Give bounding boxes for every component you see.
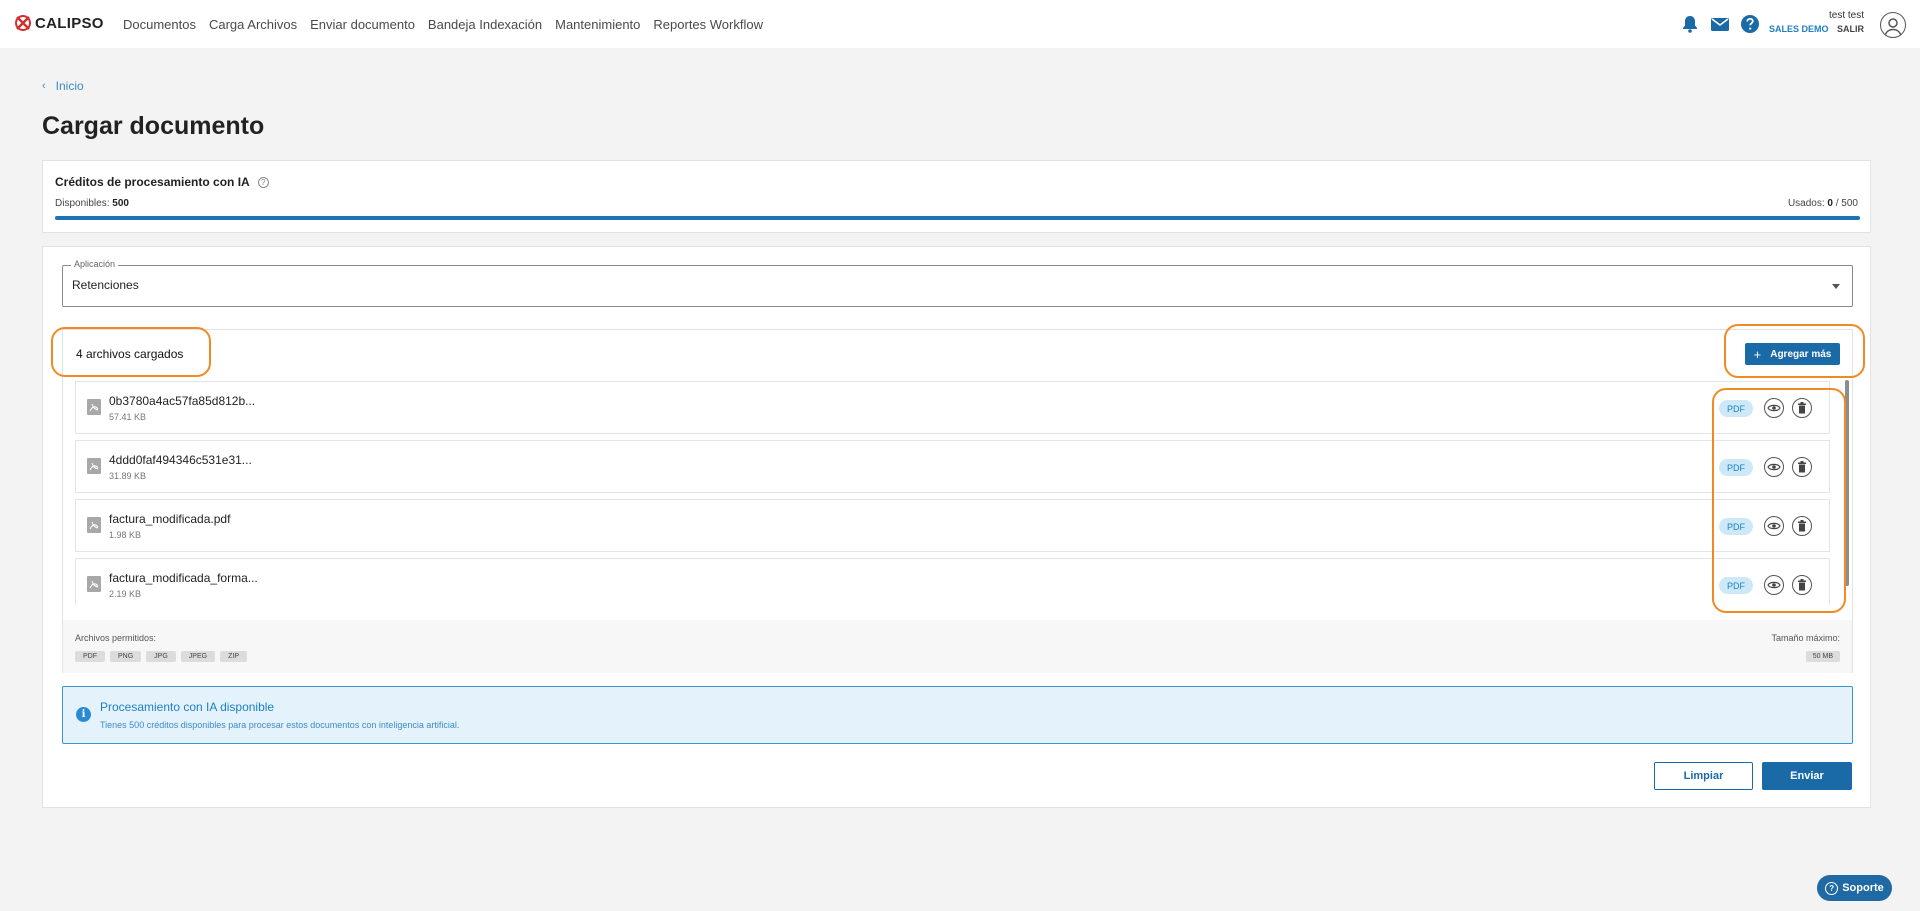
breadcrumb-home[interactable]: Inicio xyxy=(56,79,84,93)
file-row: factura_modificada.pdf 1.98 KB PDF xyxy=(75,499,1830,552)
application-value: Retenciones xyxy=(72,278,139,292)
max-size-label: Tamaño máximo: xyxy=(1771,633,1840,643)
credits-available: Disponibles: 500 xyxy=(55,198,129,209)
nav-mantenimiento[interactable]: Mantenimiento xyxy=(555,17,640,32)
file-type-chip: PDF xyxy=(75,651,105,662)
calipso-logo[interactable]: CALIPSO xyxy=(14,14,104,32)
info-text: Tienes 500 créditos disponibles para pro… xyxy=(100,720,460,730)
clear-button[interactable]: Limpiar xyxy=(1654,762,1753,790)
info-title: Procesamiento con IA disponible xyxy=(100,700,275,714)
allowed-files-label: Archivos permitidos: xyxy=(75,633,157,643)
nav-bandeja-indexacion[interactable]: Bandeja Indexación xyxy=(428,17,542,32)
file-size: 57.41 KB xyxy=(109,412,147,422)
pdf-file-icon xyxy=(87,399,101,415)
used-total: / 500 xyxy=(1835,198,1858,209)
credits-title-text: Créditos de procesamiento con IA xyxy=(55,175,250,189)
available-value: 500 xyxy=(112,198,129,209)
file-type-chip: ZIP xyxy=(220,651,247,662)
file-row: 0b3780a4ac57fa85d812b... 57.41 KB PDF xyxy=(75,381,1830,434)
files-panel: 4 archivos cargados + Agregar más 0b3780… xyxy=(62,329,1853,673)
help-icon[interactable] xyxy=(1740,14,1760,34)
user-info: test test SALES DEMO SALIR xyxy=(1769,10,1864,34)
pdf-file-icon xyxy=(87,576,101,592)
file-size: 31.89 KB xyxy=(109,471,147,481)
file-type-chip: JPG xyxy=(146,651,176,662)
file-type-chip: PNG xyxy=(110,651,142,662)
application-label: Aplicación xyxy=(71,259,119,269)
used-value: 0 xyxy=(1827,198,1833,209)
company-name[interactable]: SALES DEMO xyxy=(1769,24,1829,34)
credits-title: Créditos de procesamiento con IA ? xyxy=(55,175,269,189)
application-select[interactable]: Aplicación Retenciones xyxy=(62,259,1853,307)
allowed-files-footer: Archivos permitidos: PDF PNG JPG JPEG ZI… xyxy=(63,620,1852,673)
nav-reportes-workflow[interactable]: Reportes Workflow xyxy=(653,17,763,32)
avatar[interactable] xyxy=(1880,12,1906,38)
pdf-file-icon xyxy=(87,517,101,533)
nav-carga-archivos[interactable]: Carga Archivos xyxy=(209,17,297,32)
user-icon xyxy=(1884,18,1902,37)
calipso-logo-icon xyxy=(15,15,31,31)
allowed-types: PDF PNG JPG JPEG ZIP xyxy=(75,651,252,662)
support-button[interactable]: ? Soporte xyxy=(1817,875,1892,901)
logout-link[interactable]: SALIR xyxy=(1837,24,1864,34)
available-label: Disponibles: xyxy=(55,198,110,209)
nav-enviar-documento[interactable]: Enviar documento xyxy=(310,17,415,32)
file-type-chip: JPEG xyxy=(180,651,216,662)
file-name: 0b3780a4ac57fa85d812b... xyxy=(109,394,256,408)
file-size: 1.98 KB xyxy=(109,530,142,540)
header-icons xyxy=(1671,14,1760,34)
send-button[interactable]: Enviar xyxy=(1762,762,1852,790)
file-row: factura_modificada_forma... 2.19 KB PDF xyxy=(75,558,1830,605)
max-size-chip: 50 MB xyxy=(1805,651,1840,662)
main-nav: Documentos Carga Archivos Enviar documen… xyxy=(123,17,776,32)
question-icon: ? xyxy=(1825,881,1839,895)
pdf-file-icon xyxy=(87,458,101,474)
file-size: 2.19 KB xyxy=(109,589,142,599)
credits-progress-bar xyxy=(55,216,1860,220)
nav-documentos[interactable]: Documentos xyxy=(123,17,196,32)
breadcrumb: ‹ Inicio xyxy=(42,79,84,93)
credits-card: Créditos de procesamiento con IA ? Dispo… xyxy=(42,160,1871,233)
brand-name: CALIPSO xyxy=(35,14,104,32)
file-row: 4ddd0faf494346c531e31... 31.89 KB PDF xyxy=(75,440,1830,493)
highlight-file-actions xyxy=(1712,388,1846,613)
mail-icon[interactable] xyxy=(1709,14,1731,34)
bell-icon[interactable] xyxy=(1680,14,1700,34)
top-bar: CALIPSO Documentos Carga Archivos Enviar… xyxy=(0,0,1920,48)
user-name: test test xyxy=(1828,10,1864,21)
file-name: factura_modificada_forma... xyxy=(109,571,258,585)
ai-info-alert: i Procesamiento con IA disponible Tienes… xyxy=(62,686,1853,744)
file-name: factura_modificada.pdf xyxy=(109,512,231,526)
help-circle-icon[interactable]: ? xyxy=(257,176,269,188)
credits-used: Usados: 0 / 500 xyxy=(1788,198,1858,209)
file-name: 4ddd0faf494346c531e31... xyxy=(109,453,252,467)
credits-progress-fill xyxy=(55,216,1860,220)
info-icon: i xyxy=(76,707,91,722)
highlight-files-count xyxy=(51,327,211,377)
page-title: Cargar documento xyxy=(42,112,265,140)
upload-card: Aplicación Retenciones 4 archivos cargad… xyxy=(42,246,1871,808)
used-label: Usados: xyxy=(1787,198,1825,209)
chevron-left-icon: ‹ xyxy=(42,80,46,92)
highlight-add-more xyxy=(1724,324,1865,378)
support-label: Soporte xyxy=(1842,882,1884,894)
caret-down-icon xyxy=(1832,284,1840,289)
